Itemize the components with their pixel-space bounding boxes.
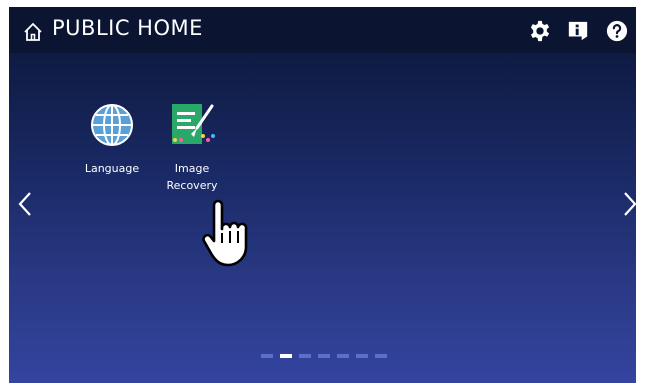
globe-icon	[91, 104, 133, 146]
home-icon[interactable]	[23, 22, 43, 42]
page-dot-1[interactable]	[261, 354, 273, 358]
app-label-image-recovery: Image Recovery	[166, 162, 218, 192]
page-dot-5[interactable]	[337, 354, 349, 358]
page-dot-2[interactable]	[280, 354, 292, 358]
chevron-left-icon[interactable]	[17, 191, 33, 217]
app-language[interactable]: Language	[67, 100, 157, 177]
info-icon[interactable]	[567, 20, 589, 42]
image-recovery-icon	[172, 104, 215, 144]
page-dot-4[interactable]	[318, 354, 330, 358]
page-dot-7[interactable]	[375, 354, 387, 358]
chevron-right-icon[interactable]	[622, 191, 636, 217]
app-label-language: Language	[84, 162, 140, 175]
top-bar: PUBLIC HOME	[9, 7, 636, 53]
page-dot-6[interactable]	[356, 354, 368, 358]
public-home-screen: PUBLIC HOME Language Image Recovery	[9, 7, 636, 383]
help-icon[interactable]	[606, 20, 628, 42]
gear-icon[interactable]	[529, 20, 551, 42]
page-dot-3[interactable]	[299, 354, 311, 358]
page-title: PUBLIC HOME	[52, 16, 203, 40]
hand-pointer-icon	[202, 199, 248, 267]
app-image-recovery[interactable]: Image Recovery	[147, 100, 237, 194]
